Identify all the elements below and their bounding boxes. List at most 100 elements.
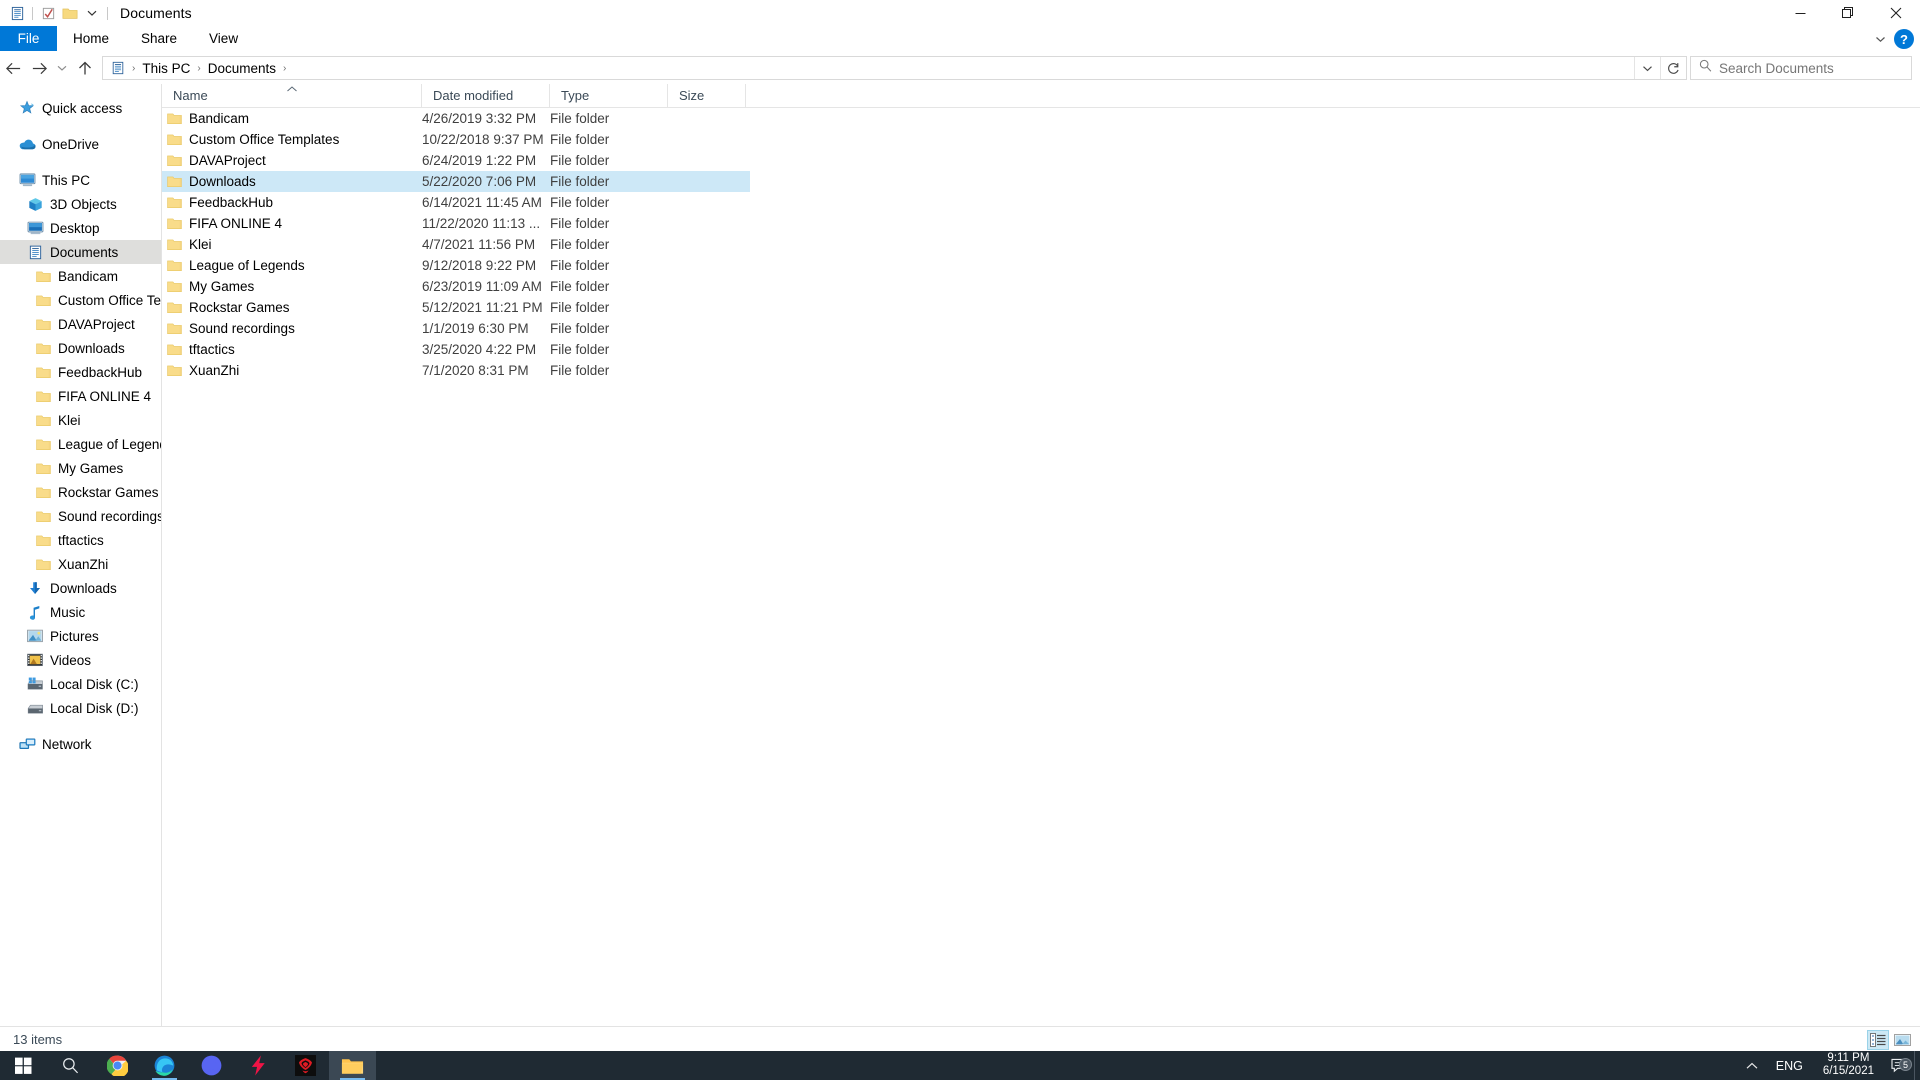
sidebar-item-sound-recordings[interactable]: Sound recordings — [0, 504, 161, 528]
search-box[interactable] — [1690, 56, 1912, 80]
breadcrumb-separator-1[interactable]: › — [194, 58, 203, 78]
sidebar-item-my-games[interactable]: My Games — [0, 456, 161, 480]
tray-overflow-chevron-icon[interactable] — [1738, 1062, 1766, 1070]
cell-name: DAVAProject — [162, 153, 422, 168]
table-row[interactable]: Rockstar Games5/12/2021 11:21 PMFile fol… — [162, 297, 750, 318]
column-header-date-modified[interactable]: Date modified — [422, 84, 550, 107]
language-indicator[interactable]: ENG — [1766, 1059, 1813, 1073]
cell-type: File folder — [550, 132, 668, 147]
sidebar-item-feedbackhub[interactable]: FeedbackHub — [0, 360, 161, 384]
clock[interactable]: 9:11 PM 6/15/2021 — [1813, 1052, 1884, 1079]
sidebar-item-downloads[interactable]: Downloads — [0, 576, 161, 600]
forward-button[interactable] — [26, 55, 52, 81]
close-button[interactable] — [1872, 0, 1920, 26]
table-row[interactable]: Downloads5/22/2020 7:06 PMFile folder — [162, 171, 750, 192]
table-row[interactable]: DAVAProject6/24/2019 1:22 PMFile folder — [162, 150, 750, 171]
sidebar-group-gap — [0, 120, 161, 132]
sidebar-item-klei[interactable]: Klei — [0, 408, 161, 432]
sidebar-item-rockstar-games[interactable]: Rockstar Games — [0, 480, 161, 504]
sidebar-group-gap — [0, 720, 161, 732]
documents-icon — [107, 61, 129, 75]
chrome-button[interactable] — [94, 1051, 141, 1080]
garena-button[interactable] — [282, 1051, 329, 1080]
flash-app-button[interactable] — [235, 1051, 282, 1080]
expand-ribbon-chevron-icon[interactable] — [1868, 28, 1892, 50]
cell-date-modified: 9/12/2018 9:22 PM — [422, 258, 550, 273]
file-list-area[interactable]: Name Date modified Type Size Bandicam4/2… — [162, 84, 1920, 1026]
edge-button[interactable] — [141, 1051, 188, 1080]
sidebar-item-this-pc[interactable]: This PC — [0, 168, 161, 192]
sidebar-item-pictures[interactable]: Pictures — [0, 624, 161, 648]
sidebar-item-custom-office-ten[interactable]: Custom Office Ten — [0, 288, 161, 312]
table-row[interactable]: League of Legends9/12/2018 9:22 PMFile f… — [162, 255, 750, 276]
breadcrumb-item-this-pc[interactable]: This PC — [138, 58, 194, 78]
sidebar-item-league-of-legends[interactable]: League of Legends — [0, 432, 161, 456]
large-icons-view-icon[interactable] — [1891, 1030, 1913, 1050]
sidebar-item-label: Klei — [58, 413, 81, 428]
help-button[interactable]: ? — [1894, 29, 1914, 49]
tab-share[interactable]: Share — [125, 26, 193, 51]
tab-view[interactable]: View — [193, 26, 254, 51]
back-button[interactable] — [0, 55, 26, 81]
folder-icon[interactable] — [59, 2, 81, 24]
tab-home[interactable]: Home — [57, 26, 125, 51]
sidebar-item-documents[interactable]: Documents — [0, 240, 161, 264]
table-row[interactable]: Custom Office Templates10/22/2018 9:37 P… — [162, 129, 750, 150]
navigation-pane[interactable]: Quick access OneDrive This PC3D ObjectsDes… — [0, 84, 162, 1026]
sidebar-item-desktop[interactable]: Desktop — [0, 216, 161, 240]
sidebar-item-downloads[interactable]: Downloads — [0, 336, 161, 360]
folder-icon — [33, 458, 53, 478]
column-header-type[interactable]: Type — [550, 84, 668, 107]
search-input[interactable] — [1719, 61, 1911, 76]
sidebar-item-3d-objects[interactable]: 3D Objects — [0, 192, 161, 216]
sidebar-item-fifa-online-4[interactable]: FIFA ONLINE 4 — [0, 384, 161, 408]
table-row[interactable]: Bandicam4/26/2019 3:32 PMFile folder — [162, 108, 750, 129]
discord-button[interactable] — [188, 1051, 235, 1080]
search-button[interactable] — [47, 1051, 94, 1080]
table-row[interactable]: My Games6/23/2019 11:09 AMFile folder — [162, 276, 750, 297]
show-desktop-button[interactable] — [1914, 1051, 1920, 1080]
notification-center-button[interactable]: 5 — [1884, 1058, 1914, 1073]
sidebar-item-local-disk-d[interactable]: Local Disk (D:) — [0, 696, 161, 720]
recent-locations-chevron-icon[interactable] — [52, 55, 72, 81]
properties-icon[interactable] — [6, 2, 28, 24]
sidebar-item-xuanzhi[interactable]: XuanZhi — [0, 552, 161, 576]
sidebar-item-videos[interactable]: Videos — [0, 648, 161, 672]
sidebar-item-label: Music — [50, 605, 85, 620]
table-row[interactable]: Sound recordings1/1/2019 6:30 PMFile fol… — [162, 318, 750, 339]
breadcrumb-item-documents[interactable]: Documents — [204, 58, 280, 78]
table-row[interactable]: FeedbackHub6/14/2021 11:45 AMFile folder — [162, 192, 750, 213]
sidebar-item-bandicam[interactable]: Bandicam — [0, 264, 161, 288]
sidebar-item-label: Custom Office Ten — [58, 293, 161, 308]
refresh-icon[interactable] — [1660, 57, 1686, 79]
new-folder-icon[interactable] — [37, 2, 59, 24]
details-view-icon[interactable] — [1867, 1030, 1889, 1050]
address-bar[interactable]: › This PC › Documents › — [102, 56, 1687, 80]
restore-button[interactable] — [1824, 0, 1872, 26]
sidebar-item-tftactics[interactable]: tftactics — [0, 528, 161, 552]
sidebar-item-davaproject[interactable]: DAVAProject — [0, 312, 161, 336]
start-button[interactable] — [0, 1051, 47, 1080]
table-row[interactable]: Klei4/7/2021 11:56 PMFile folder — [162, 234, 750, 255]
up-button[interactable] — [72, 55, 98, 81]
sidebar-item-onedrive[interactable]: OneDrive — [0, 132, 161, 156]
file-explorer-button[interactable] — [329, 1051, 376, 1080]
breadcrumb-separator-0[interactable]: › — [129, 58, 138, 78]
column-header-name[interactable]: Name — [162, 84, 422, 107]
minimize-button[interactable] — [1776, 0, 1824, 26]
column-header-size[interactable]: Size — [668, 84, 746, 107]
sidebar-item-local-disk-c[interactable]: Local Disk (C:) — [0, 672, 161, 696]
main-content: Quick access OneDrive This PC3D ObjectsDes… — [0, 84, 1920, 1026]
previous-locations-chevron-icon[interactable] — [1634, 57, 1660, 79]
sidebar-item-quick-access[interactable]: Quick access — [0, 96, 161, 120]
table-row[interactable]: FIFA ONLINE 411/22/2020 11:13 ...File fo… — [162, 213, 750, 234]
sidebar-item-music[interactable]: Music — [0, 600, 161, 624]
table-row[interactable]: XuanZhi7/1/2020 8:31 PMFile folder — [162, 360, 750, 381]
customize-chevron-icon[interactable] — [81, 2, 103, 24]
sidebar-item-network[interactable]: Network — [0, 732, 161, 756]
table-row[interactable]: tftactics3/25/2020 4:22 PMFile folder — [162, 339, 750, 360]
cell-date-modified: 3/25/2020 4:22 PM — [422, 342, 550, 357]
tab-file[interactable]: File — [0, 26, 57, 51]
folder-icon — [167, 175, 182, 188]
breadcrumb-separator-2[interactable]: › — [280, 58, 289, 78]
